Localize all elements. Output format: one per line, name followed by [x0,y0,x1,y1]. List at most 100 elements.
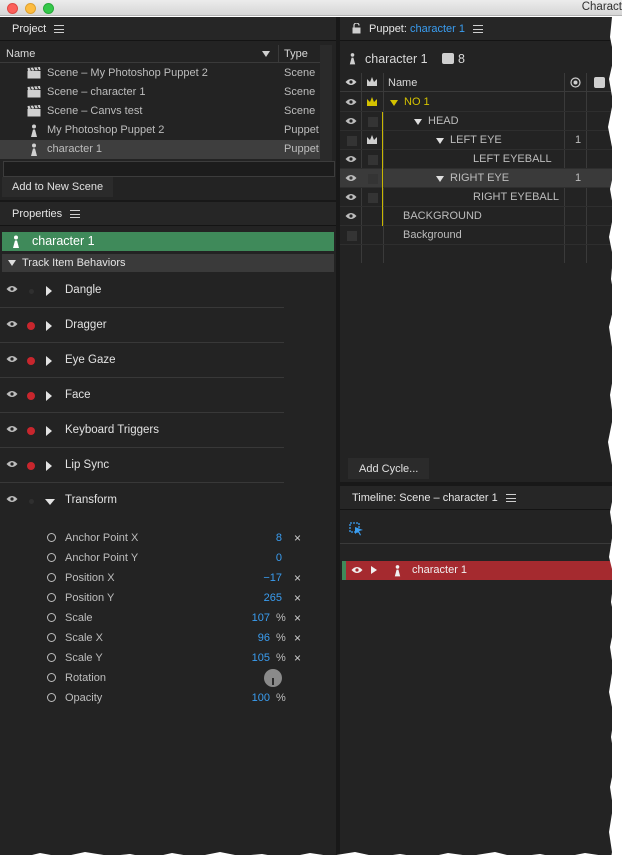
behavior-row[interactable]: Transform [0,484,284,518]
expand-triangle-icon[interactable] [46,391,52,401]
panel-menu-icon[interactable] [473,25,484,34]
panel-menu-icon[interactable] [70,210,81,219]
expand-triangle-icon[interactable] [46,356,52,366]
param-value[interactable]: 265 [264,592,282,604]
puppet-layer-row[interactable]: NO 1 [340,93,612,112]
param-radio-icon[interactable] [47,573,56,582]
visibility-toggle[interactable] [347,136,357,146]
reset-param-button[interactable]: × [294,651,301,665]
close-window-button[interactable] [7,3,18,14]
collapse-triangle-icon[interactable] [390,100,398,106]
rotation-dial[interactable] [264,669,282,687]
behavior-row[interactable]: Keyboard Triggers [0,414,284,448]
independent-toggle[interactable] [368,193,378,203]
eye-icon[interactable] [345,117,357,125]
eye-icon[interactable] [345,193,357,201]
puppet-layer-row[interactable]: LEFT EYEBALL [340,150,612,169]
param-radio-icon[interactable] [47,653,56,662]
armed-dot-icon[interactable] [27,357,35,365]
eye-icon[interactable] [351,566,363,574]
puppet-layer-row[interactable]: Background [340,226,612,245]
name-column-header[interactable]: Name [6,48,35,60]
collapse-triangle-icon[interactable] [436,138,444,144]
expand-triangle-icon[interactable] [46,286,52,296]
minimize-window-button[interactable] [25,3,36,14]
selected-character-bar[interactable]: character 1 [2,232,334,251]
param-value[interactable]: 0 [276,552,282,564]
puppet-layer-row[interactable]: RIGHT EYE 1 [340,169,612,188]
add-cycle-button[interactable]: Add Cycle... [348,458,430,479]
puppet-layer-row[interactable]: BACKGROUND [340,207,612,226]
armed-dot-icon[interactable] [27,462,35,470]
independent-toggle[interactable] [368,155,378,165]
project-item[interactable]: Scene – character 1 Scene [0,83,320,102]
panel-menu-icon[interactable] [505,494,516,503]
reset-param-button[interactable]: × [294,531,301,545]
collapse-triangle-icon[interactable] [414,119,422,125]
project-item[interactable]: My Photoshop Puppet 2 Puppet [0,121,320,140]
panel-menu-icon[interactable] [54,25,65,34]
add-to-new-scene-button[interactable]: Add to New Scene [2,177,114,197]
behavior-row[interactable]: Face [0,379,284,413]
param-radio-icon[interactable] [47,673,56,682]
independent-toggle[interactable] [368,174,378,184]
reset-param-button[interactable]: × [294,571,301,585]
crown-icon[interactable] [366,96,378,108]
param-value[interactable]: 96 [258,632,270,644]
eye-icon[interactable] [6,425,18,433]
eye-icon[interactable] [6,285,18,293]
param-value[interactable]: 100 [252,692,270,704]
expand-triangle-icon[interactable] [46,426,52,436]
expand-triangle-icon[interactable] [46,461,52,471]
expand-triangle-icon[interactable] [46,321,52,331]
eye-icon[interactable] [345,174,357,182]
project-item[interactable]: character 1 Puppet [0,140,320,159]
puppet-layer-row[interactable]: RIGHT EYEBALL [340,188,612,207]
reset-param-button[interactable]: × [294,611,301,625]
disarmed-dot-icon[interactable] [29,499,34,504]
behavior-row[interactable]: Eye Gaze [0,344,284,378]
eye-icon[interactable] [6,390,18,398]
expand-track-icon[interactable] [371,566,377,574]
column-divider[interactable] [278,45,279,63]
puppet-layer-row[interactable]: HEAD [340,112,612,131]
project-item[interactable]: Scene – My Photoshop Puppet 2 Scene [0,64,320,83]
disarmed-dot-icon[interactable] [29,289,34,294]
param-value[interactable]: 105 [252,652,270,664]
type-column-header[interactable]: Type [284,48,308,60]
maximize-window-button[interactable] [43,3,54,14]
armed-dot-icon[interactable] [27,427,35,435]
reset-param-button[interactable]: × [294,631,301,645]
armed-dot-icon[interactable] [27,322,35,330]
puppet-layer-row[interactable]: LEFT EYE 1 [340,131,612,150]
track-item-behaviors-section[interactable]: Track Item Behaviors [2,254,334,272]
independent-toggle[interactable] [368,117,378,127]
behavior-row[interactable]: Dangle [0,274,284,308]
collapse-triangle-icon[interactable] [8,260,16,266]
param-radio-icon[interactable] [47,613,56,622]
param-radio-icon[interactable] [47,553,56,562]
behavior-row[interactable]: Lip Sync [0,449,284,483]
eye-icon[interactable] [345,98,357,106]
behavior-row[interactable]: Dragger [0,309,284,343]
param-value[interactable]: 8 [276,532,282,544]
param-value[interactable]: 107 [252,612,270,624]
sort-descending-icon[interactable] [262,51,270,57]
param-radio-icon[interactable] [47,693,56,702]
param-radio-icon[interactable] [47,533,56,542]
name-column-header[interactable]: Name [388,77,417,89]
collapse-triangle-icon[interactable] [45,499,55,505]
project-search-field[interactable] [3,161,335,177]
eye-icon[interactable] [6,355,18,363]
param-value[interactable]: −17 [263,572,282,584]
eye-icon[interactable] [6,460,18,468]
eye-icon[interactable] [6,320,18,328]
project-scrollbar[interactable] [320,45,332,161]
eye-icon[interactable] [6,495,18,503]
add-track-tool-icon[interactable] [349,522,364,536]
eye-icon[interactable] [345,155,357,163]
visibility-toggle[interactable] [347,231,357,241]
armed-dot-icon[interactable] [27,392,35,400]
crown-icon[interactable] [366,134,378,146]
lock-icon[interactable] [352,23,361,34]
